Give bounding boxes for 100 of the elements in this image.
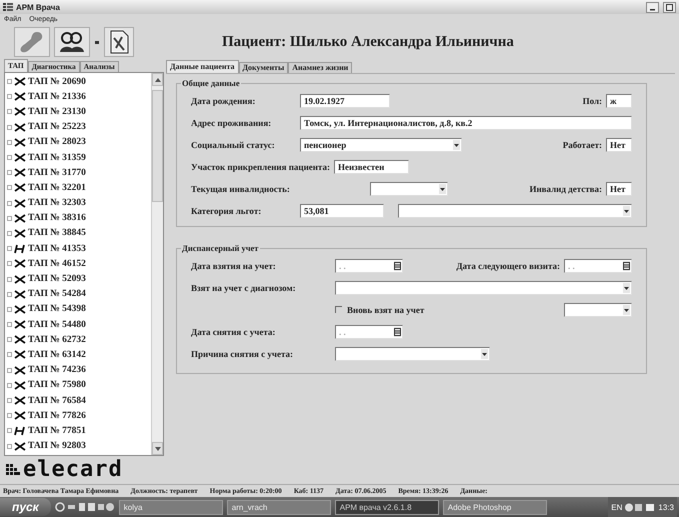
- dropdown[interactable]: [335, 281, 632, 295]
- expander-icon[interactable]: [7, 185, 12, 190]
- taskbar-button[interactable]: arn_vrach: [226, 500, 331, 514]
- input-field[interactable]: Томск, ул. Интернационалистов, д.8, кв.2: [300, 116, 632, 130]
- input-field[interactable]: ж: [606, 94, 632, 108]
- expander-icon[interactable]: [7, 230, 12, 236]
- cross-icon: [14, 107, 26, 116]
- toolbar-button[interactable]: [54, 27, 90, 57]
- h-mark-icon: [14, 426, 26, 436]
- dropdown[interactable]: [564, 303, 632, 317]
- expander-icon[interactable]: [7, 428, 12, 434]
- expander-icon[interactable]: [7, 246, 12, 252]
- tree-item[interactable]: ТАП № 38316: [7, 210, 149, 226]
- tree-item[interactable]: ТАП № 23130: [7, 104, 149, 120]
- maximize-button[interactable]: [663, 2, 676, 12]
- tree-item[interactable]: ТАП № 77826: [7, 408, 149, 424]
- tab[interactable]: Данные пациента: [166, 60, 239, 73]
- scroll-down-icon[interactable]: [154, 446, 160, 450]
- tab[interactable]: Документы: [238, 62, 288, 73]
- expander-icon[interactable]: [7, 337, 12, 342]
- cross-icon: [14, 304, 26, 314]
- tree-item[interactable]: ТАП № 54398: [7, 302, 149, 317]
- dropdown[interactable]: [335, 347, 490, 361]
- taskbar-button[interactable]: kolya: [118, 500, 223, 514]
- input-field[interactable]: Неизвестен: [334, 160, 409, 174]
- caret-icon: [453, 140, 460, 150]
- expander-icon[interactable]: [7, 124, 12, 130]
- tree-item[interactable]: ТАП № 54480: [7, 317, 149, 332]
- tree-item[interactable]: ТАП № 74236: [7, 362, 149, 378]
- expander-icon[interactable]: [7, 276, 12, 282]
- expander-icon[interactable]: [7, 94, 12, 100]
- tree-item[interactable]: ТАП № 28023: [7, 134, 149, 150]
- cross-icon: [14, 122, 26, 132]
- tree-item[interactable]: ТАП № 20690: [7, 74, 149, 90]
- tree-item[interactable]: ТАП № 54284: [7, 286, 149, 302]
- expander-icon[interactable]: [7, 155, 12, 160]
- expander-icon[interactable]: [7, 109, 12, 114]
- expander-icon[interactable]: [7, 200, 12, 206]
- taskbar-button[interactable]: АРМ врача v2.6.1.8: [334, 500, 439, 514]
- scrollbar[interactable]: [151, 73, 163, 455]
- tree-item[interactable]: ТАП № 75980: [7, 378, 149, 393]
- expander-icon[interactable]: [7, 140, 12, 145]
- tree-item[interactable]: ТАП № 92803: [7, 438, 149, 454]
- cross-icon: [14, 274, 26, 284]
- dropdown[interactable]: [398, 204, 632, 218]
- tree-item[interactable]: ТАП № 32201: [7, 180, 149, 196]
- checkbox-label: Вновь взят на учет: [347, 305, 424, 315]
- h-mark-icon: [14, 244, 26, 254]
- taskbar-button[interactable]: Adobe Photoshop: [442, 500, 547, 514]
- expander-icon[interactable]: [7, 261, 12, 266]
- checkbox[interactable]: [335, 306, 343, 314]
- toolbar-button[interactable]: [104, 27, 134, 57]
- input-field[interactable]: 19.02.1927: [300, 94, 390, 108]
- logo: elecard: [4, 456, 164, 484]
- tree-item[interactable]: ТАП № 46152: [7, 256, 149, 272]
- tree-item[interactable]: ТАП № 32303: [7, 196, 149, 211]
- cross-icon: [14, 411, 26, 420]
- caret-icon: [623, 283, 630, 293]
- tree-item[interactable]: ТАП № 21336: [7, 89, 149, 104]
- field-label: Взят на учет с диагнозом:: [191, 283, 297, 293]
- expander-icon[interactable]: [7, 444, 12, 449]
- expander-icon[interactable]: [7, 216, 12, 221]
- expander-icon[interactable]: [7, 352, 12, 358]
- scroll-up-icon[interactable]: [154, 78, 160, 82]
- start-button[interactable]: пуск: [0, 498, 51, 516]
- tree-item[interactable]: ТАП № 52093: [7, 271, 149, 287]
- tab[interactable]: Анамнез жизни: [288, 62, 352, 73]
- cross-icon: [14, 259, 26, 268]
- tree-item[interactable]: ТАП № 77851: [7, 423, 149, 438]
- tree-item[interactable]: ТАП № 62732: [7, 332, 149, 348]
- expander-icon[interactable]: [7, 413, 12, 418]
- expander-icon[interactable]: [7, 306, 12, 312]
- minimize-button[interactable]: [646, 2, 659, 12]
- separator-icon: [95, 40, 99, 44]
- expander-icon[interactable]: [7, 170, 12, 176]
- tree-item[interactable]: ТАП № 76584: [7, 392, 149, 408]
- field-label: Категория льгот:: [191, 206, 262, 216]
- dropdown[interactable]: пенсионер: [300, 138, 462, 152]
- expander-icon[interactable]: [7, 322, 12, 328]
- expander-icon[interactable]: [7, 292, 12, 297]
- tree-item[interactable]: ТАП № 31770: [7, 165, 149, 180]
- field-label: Адрес проживания:: [191, 118, 272, 128]
- calendar-icon: [394, 327, 401, 337]
- expander-icon[interactable]: [7, 398, 12, 404]
- expander-icon[interactable]: [7, 368, 12, 373]
- field-label: Причина снятия с учета:: [191, 349, 294, 359]
- tree-item[interactable]: ТАП № 38845: [7, 226, 149, 242]
- tree-item[interactable]: ТАП № 25223: [7, 120, 149, 135]
- calendar-icon: [394, 261, 401, 271]
- tree-item[interactable]: ТАП № 31359: [7, 150, 149, 166]
- input-field[interactable]: 53,081: [300, 204, 384, 218]
- logo-squares-icon: [6, 464, 20, 476]
- input-field[interactable]: Нет: [606, 182, 632, 196]
- cross-icon: [14, 290, 26, 299]
- tree-item[interactable]: ТАП № 41353: [7, 241, 149, 256]
- input-field[interactable]: Нет: [606, 138, 632, 152]
- dropdown[interactable]: [370, 182, 448, 196]
- expander-icon[interactable]: [7, 79, 12, 84]
- tree-item[interactable]: ТАП № 63142: [7, 347, 149, 363]
- expander-icon[interactable]: [7, 382, 12, 388]
